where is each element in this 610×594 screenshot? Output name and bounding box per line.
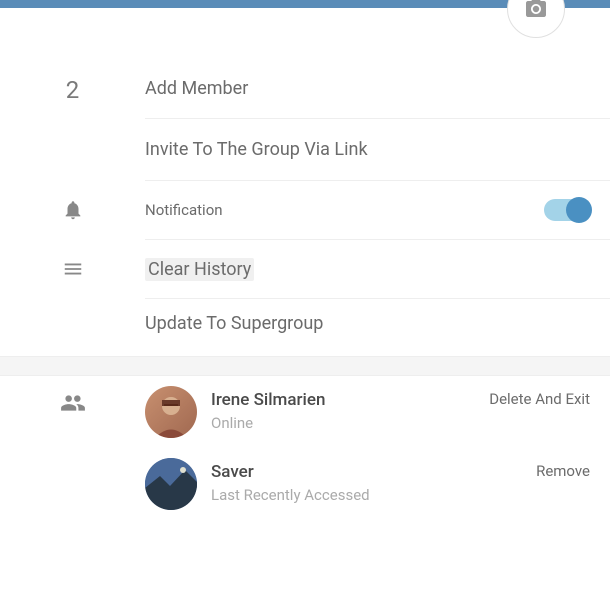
bell-icon — [62, 199, 84, 225]
remove-button[interactable]: Remove — [536, 458, 610, 480]
member-name: Saver — [211, 462, 536, 482]
clear-history-link[interactable]: Clear History — [145, 258, 254, 281]
avatar[interactable] — [145, 458, 197, 510]
invite-via-link[interactable]: Invite To The Group Via Link — [145, 139, 368, 160]
update-supergroup-link[interactable]: Update To Supergroup — [145, 313, 323, 334]
add-member-link[interactable]: Add Member — [145, 78, 248, 99]
member-name: Irene Silmarien — [211, 390, 489, 410]
notification-label: Notification — [145, 201, 223, 219]
toggle-knob — [566, 197, 592, 223]
group-settings-content: 2 Add Member Invite To The Group Via Lin… — [0, 8, 610, 520]
member-count: 2 — [66, 76, 80, 104]
camera-icon — [524, 0, 548, 21]
avatar[interactable] — [145, 386, 197, 438]
menu-icon — [62, 258, 84, 284]
member-status: Last Recently Accessed — [211, 486, 536, 504]
delete-and-exit-button[interactable]: Delete And Exit — [489, 386, 610, 408]
member-status: Online — [211, 414, 489, 432]
notification-toggle[interactable] — [544, 199, 590, 221]
section-divider — [0, 356, 610, 376]
people-icon — [60, 390, 86, 420]
